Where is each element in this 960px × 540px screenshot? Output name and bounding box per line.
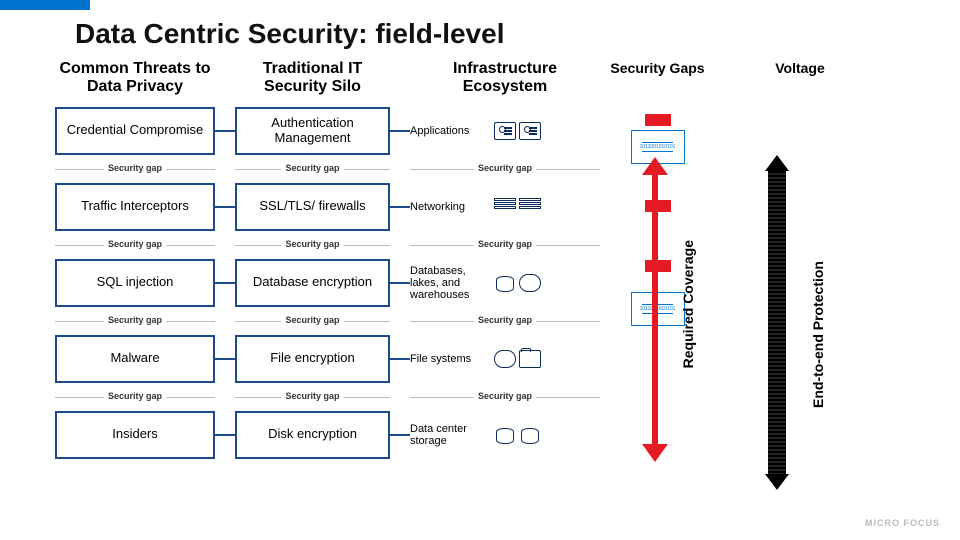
- infra-row: Data center storage: [410, 411, 600, 459]
- silo-box: SSL/TLS/ firewalls: [235, 183, 390, 231]
- page-title: Data Centric Security: field-level: [75, 18, 960, 50]
- silo-box: File encryption: [235, 335, 390, 383]
- gap-row: Security gap: [410, 315, 600, 327]
- storage-icon: [494, 426, 516, 444]
- cloud-icon: [494, 350, 516, 368]
- silo-column: Authentication Management Security gap S…: [235, 107, 390, 459]
- infra-column: Applications Security gap Networking Sec…: [410, 107, 600, 459]
- gap-row: Security gap: [235, 391, 390, 403]
- connector-line: [390, 259, 410, 307]
- threat-box: Malware: [55, 335, 215, 383]
- end-to-end-label: End-to-end Protection: [810, 207, 826, 462]
- header-voltage: Voltage: [715, 60, 885, 86]
- connector-col: [390, 107, 410, 459]
- header-silo: Traditional IT Security Silo: [235, 60, 390, 107]
- connector-line: [390, 183, 410, 231]
- arrow-down-icon: [765, 474, 789, 490]
- diagram-grid: Common Threats to Data Privacy Tradition…: [55, 60, 960, 459]
- folder-icon: [519, 350, 541, 368]
- storage-icon: [519, 426, 541, 444]
- gaps-column: 1011001010101 1011001010101 Required Cov…: [600, 107, 715, 326]
- gap-row: Security gap: [55, 163, 215, 175]
- infra-row: File systems: [410, 335, 600, 383]
- connector-line: [215, 411, 235, 459]
- threat-box: Traffic Interceptors: [55, 183, 215, 231]
- cloud-icon: [519, 274, 541, 292]
- connector-line: [215, 107, 235, 155]
- arrow-up-icon: [642, 157, 668, 175]
- connector-col: [215, 107, 235, 459]
- arrow-up-icon: [765, 155, 789, 171]
- header-infra: Infrastructure Ecosystem: [410, 60, 600, 107]
- arrow-down-icon: [642, 444, 668, 462]
- database-icon: [494, 274, 516, 292]
- connector-line: [390, 107, 410, 155]
- footer-logo: MICRO FOCUS: [865, 519, 940, 528]
- network-icon: [519, 198, 541, 216]
- header-gaps: Security Gaps: [600, 60, 715, 86]
- connector-line: [390, 335, 410, 383]
- gap-row: Security gap: [410, 391, 600, 403]
- infra-row: Applications: [410, 107, 600, 155]
- connector-line: [215, 259, 235, 307]
- threat-box: Credential Compromise: [55, 107, 215, 155]
- network-icon: [494, 198, 516, 216]
- silo-box: Database encryption: [235, 259, 390, 307]
- gap-row: Security gap: [410, 239, 600, 251]
- threat-box: SQL injection: [55, 259, 215, 307]
- silo-box: Disk encryption: [235, 411, 390, 459]
- gap-row: Security gap: [55, 239, 215, 251]
- threats-column: Credential Compromise Security gap Traff…: [55, 107, 215, 459]
- infra-row: Networking: [410, 183, 600, 231]
- gap-marker: [645, 114, 671, 126]
- required-coverage-label: Required Coverage: [680, 217, 696, 392]
- gap-row: Security gap: [55, 315, 215, 327]
- threat-box: Insiders: [55, 411, 215, 459]
- connector-line: [215, 335, 235, 383]
- header-threats: Common Threats to Data Privacy: [55, 60, 215, 107]
- infra-row: Databases, lakes, and warehouses: [410, 259, 600, 307]
- voltage-range-arrow: [765, 155, 789, 490]
- application-icon: [494, 122, 516, 140]
- gap-row: Security gap: [235, 315, 390, 327]
- brand-bar: [0, 0, 90, 10]
- gap-row: Security gap: [235, 163, 390, 175]
- application-icon: [519, 122, 541, 140]
- gap-row: Security gap: [55, 391, 215, 403]
- gap-row: Security gap: [410, 163, 600, 175]
- silo-box: Authentication Management: [235, 107, 390, 155]
- gap-row: Security gap: [235, 239, 390, 251]
- connector-line: [215, 183, 235, 231]
- connector-line: [390, 411, 410, 459]
- gaps-range-arrow: [642, 157, 668, 462]
